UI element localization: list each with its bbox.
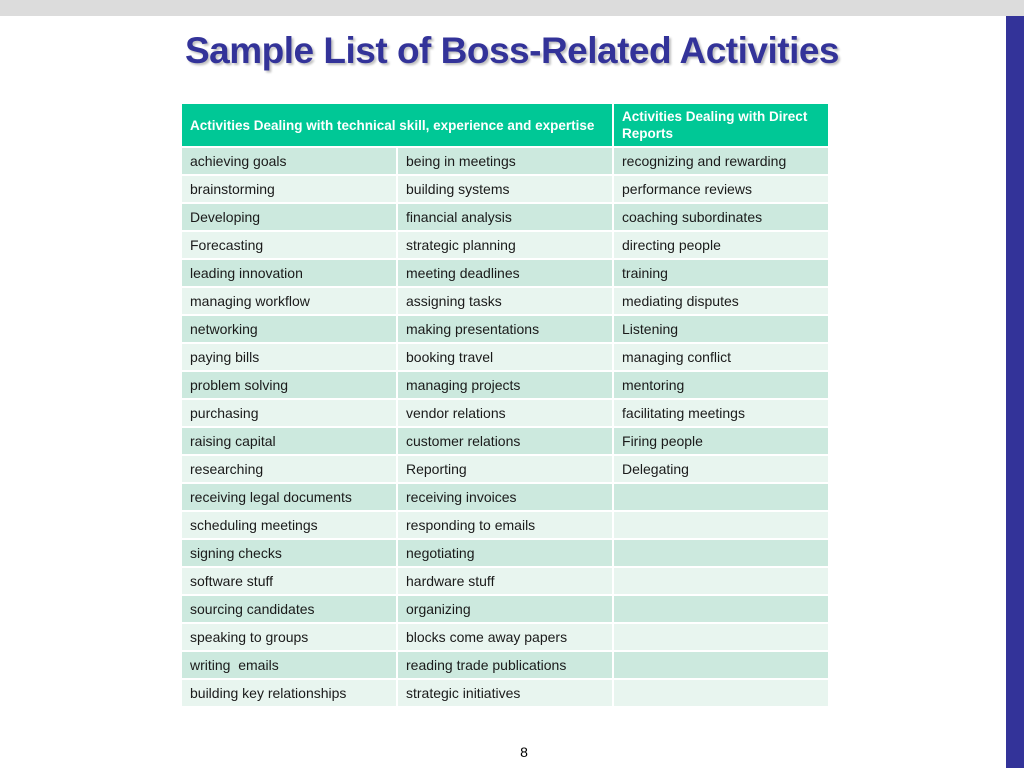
table-row: problem solving managing projects mentorin… — [180, 370, 831, 400]
header-direct-reports-activities: Activities Dealing with Direct Reports — [612, 102, 831, 148]
top-bar — [0, 0, 1024, 16]
table-row: managing workflow assigning tasks mediatin… — [180, 286, 831, 316]
table-row: sourcing candidates organizing — [180, 594, 831, 624]
table-header-row: Activities Dealing with technical skill,… — [179, 102, 831, 148]
header-technical-activities: Activities Dealing with technical skill,… — [179, 102, 615, 148]
cell-direct-reports — [612, 594, 831, 624]
cell-technical-b: receiving invoices — [395, 482, 615, 512]
table-row: writing emails reading trade publications — [180, 650, 831, 680]
cell-technical-b: strategic initiatives — [395, 678, 615, 708]
table-row: networking making presentations Listening — [180, 314, 831, 344]
cell-technical-a: receiving legal documents — [180, 482, 398, 512]
cell-direct-reports — [612, 678, 831, 708]
table-row: purchasing vendor relations facilitating m… — [180, 398, 831, 428]
cell-technical-b: financial analysis — [395, 202, 615, 232]
cell-technical-a: problem solving — [180, 370, 398, 400]
page-number: 8 — [520, 744, 528, 760]
cell-direct-reports: mentoring — [612, 370, 831, 400]
cell-direct-reports: training — [612, 258, 831, 288]
table-row: scheduling meetings responding to emails — [180, 510, 831, 540]
cell-technical-a: Forecasting — [180, 230, 398, 260]
cell-technical-b: hardware stuff — [395, 566, 615, 596]
cell-direct-reports: Firing people — [612, 426, 831, 456]
table-body: achieving goals being in meetings recogniz… — [180, 146, 831, 708]
cell-technical-b: customer relations — [395, 426, 615, 456]
table-row: Forecasting strategic planning directing p… — [180, 230, 831, 260]
table-row: leading innovation meeting deadlines train… — [180, 258, 831, 288]
cell-technical-a: paying bills — [180, 342, 398, 372]
cell-technical-a: leading innovation — [180, 258, 398, 288]
cell-technical-a: managing workflow — [180, 286, 398, 316]
cell-technical-b: negotiating — [395, 538, 615, 568]
cell-technical-b: meeting deadlines — [395, 258, 615, 288]
cell-direct-reports — [612, 650, 831, 680]
cell-technical-b: organizing — [395, 594, 615, 624]
cell-technical-b: making presentations — [395, 314, 615, 344]
table-row: paying bills booking travel managing confl… — [180, 342, 831, 372]
activities-table: Activities Dealing with technical skill,… — [179, 102, 831, 708]
cell-technical-b: managing projects — [395, 370, 615, 400]
cell-technical-a: brainstorming — [180, 174, 398, 204]
table-row: Developing financial analysis coaching sub… — [180, 202, 831, 232]
cell-technical-b: vendor relations — [395, 398, 615, 428]
slide-title: Sample List of Boss-Related Activities — [184, 30, 840, 71]
cell-technical-b: booking travel — [395, 342, 615, 372]
table-row: brainstorming building systems performance… — [180, 174, 831, 204]
table-row: speaking to groups blocks come away paper… — [180, 622, 831, 652]
cell-technical-b: Reporting — [395, 454, 615, 484]
cell-technical-b: assigning tasks — [395, 286, 615, 316]
cell-technical-b: being in meetings — [395, 146, 615, 176]
table-row: software stuff hardware stuff — [180, 566, 831, 596]
cell-technical-a: raising capital — [180, 426, 398, 456]
cell-technical-a: researching — [180, 454, 398, 484]
cell-technical-a: networking — [180, 314, 398, 344]
cell-technical-b: strategic planning — [395, 230, 615, 260]
cell-technical-a: speaking to groups — [180, 622, 398, 652]
cell-technical-a: writing emails — [180, 650, 398, 680]
cell-direct-reports: coaching subordinates — [612, 202, 831, 232]
cell-direct-reports: managing conflict — [612, 342, 831, 372]
cell-direct-reports: mediating disputes — [612, 286, 831, 316]
cell-direct-reports — [612, 482, 831, 512]
cell-technical-a: signing checks — [180, 538, 398, 568]
cell-technical-a: purchasing — [180, 398, 398, 428]
cell-technical-a: building key relationships — [180, 678, 398, 708]
cell-direct-reports — [612, 566, 831, 596]
cell-technical-b: responding to emails — [395, 510, 615, 540]
table-row: researching Reporting Delegating — [180, 454, 831, 484]
cell-technical-a: sourcing candidates — [180, 594, 398, 624]
table-row: receiving legal documents receiving invoi… — [180, 482, 831, 512]
accent-side-bar — [1006, 16, 1024, 768]
cell-technical-b: reading trade publications — [395, 650, 615, 680]
cell-direct-reports: directing people — [612, 230, 831, 260]
cell-direct-reports — [612, 510, 831, 540]
cell-direct-reports: recognizing and rewarding — [612, 146, 831, 176]
cell-direct-reports — [612, 538, 831, 568]
table-row: building key relationships strategic init… — [180, 678, 831, 708]
cell-direct-reports: performance reviews — [612, 174, 831, 204]
cell-technical-a: software stuff — [180, 566, 398, 596]
cell-technical-a: achieving goals — [180, 146, 398, 176]
cell-direct-reports — [612, 622, 831, 652]
cell-technical-a: Developing — [180, 202, 398, 232]
table-row: raising capital customer relations Firing … — [180, 426, 831, 456]
cell-direct-reports: facilitating meetings — [612, 398, 831, 428]
cell-direct-reports: Listening — [612, 314, 831, 344]
cell-direct-reports: Delegating — [612, 454, 831, 484]
cell-technical-a: scheduling meetings — [180, 510, 398, 540]
table-row: achieving goals being in meetings recogniz… — [180, 146, 831, 176]
cell-technical-b: building systems — [395, 174, 615, 204]
cell-technical-b: blocks come away papers — [395, 622, 615, 652]
table-row: signing checks negotiating — [180, 538, 831, 568]
